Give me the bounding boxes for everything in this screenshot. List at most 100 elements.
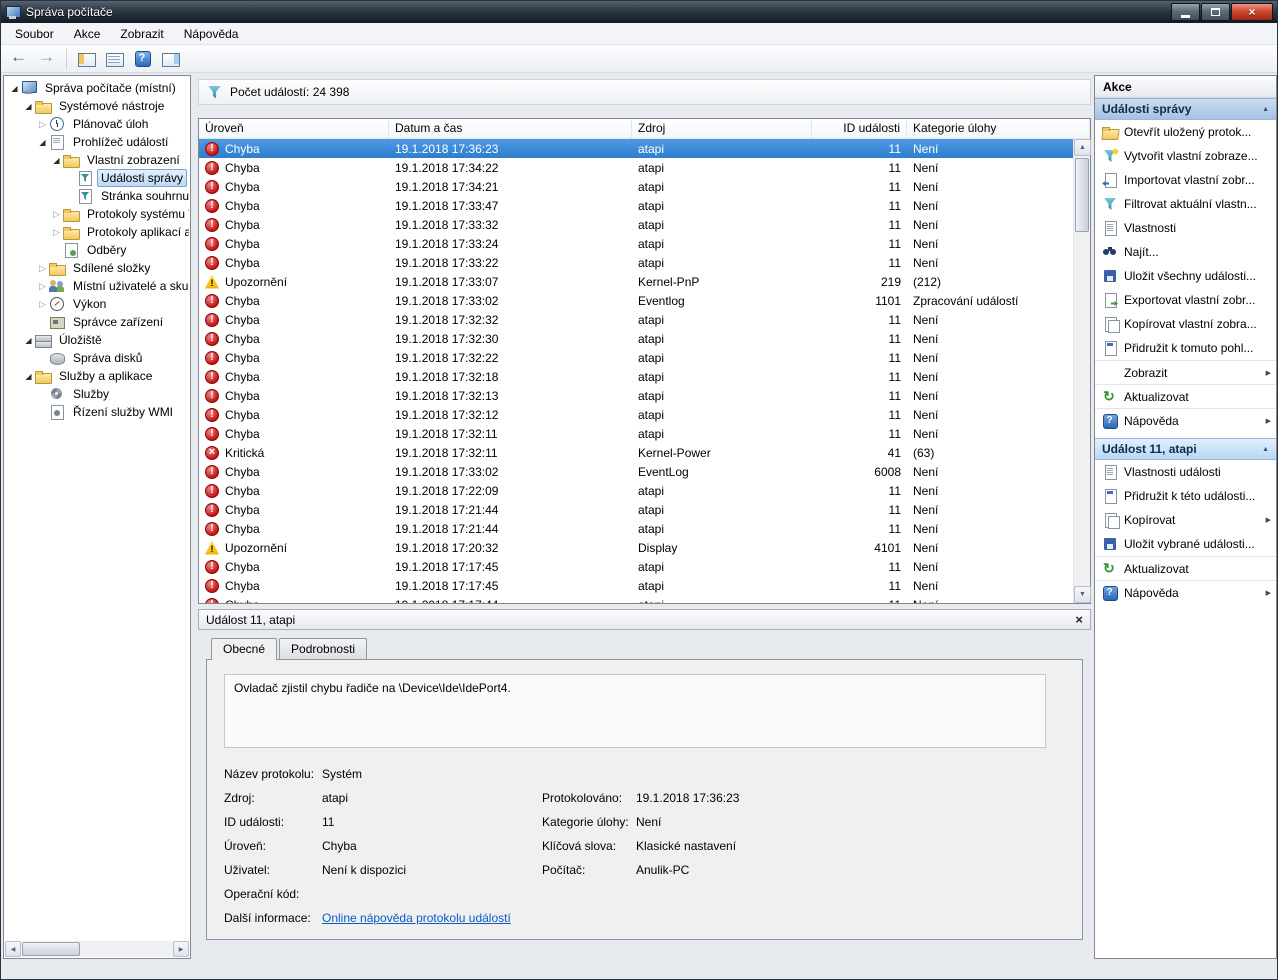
action-group-header[interactable]: Události správy▲: [1095, 98, 1276, 120]
scrollbar-thumb[interactable]: [22, 942, 80, 956]
tree-item[interactable]: ◢Správa počítače (místní): [5, 79, 189, 97]
column-header[interactable]: Zdroj: [632, 119, 812, 138]
event-row[interactable]: Chyba19.1.2018 17:32:13atapi11Není: [199, 386, 1073, 405]
column-header[interactable]: Úroveň: [199, 119, 389, 138]
expand-icon[interactable]: ▷: [36, 263, 49, 274]
event-row[interactable]: Chyba19.1.2018 17:33:22atapi11Není: [199, 253, 1073, 272]
action-item[interactable]: Přidružit k tomuto pohl...: [1095, 336, 1276, 360]
event-row[interactable]: Chyba19.1.2018 17:21:44atapi11Není: [199, 519, 1073, 538]
scroll-down-button[interactable]: ▼: [1074, 586, 1091, 603]
column-header[interactable]: Kategorie úlohy: [907, 119, 1090, 138]
tree-horizontal-scrollbar[interactable]: ◀ ▶: [5, 941, 189, 957]
tree-item[interactable]: Správa disků: [5, 349, 189, 367]
event-row[interactable]: Upozornění19.1.2018 17:33:07Kernel-PnP21…: [199, 272, 1073, 291]
action-item[interactable]: Filtrovat aktuální vlastn...: [1095, 192, 1276, 216]
close-button[interactable]: ×: [1231, 3, 1273, 21]
export-list-button[interactable]: [102, 47, 128, 71]
column-header[interactable]: Datum a čas: [389, 119, 632, 138]
action-item[interactable]: Otevřít uložený protok...: [1095, 120, 1276, 144]
event-row[interactable]: Chyba19.1.2018 17:34:21atapi11Není: [199, 177, 1073, 196]
event-help-link[interactable]: Online nápověda protokolu událostí: [322, 911, 511, 925]
action-item[interactable]: Zobrazit▶: [1095, 360, 1276, 384]
preview-tab[interactable]: Podrobnosti: [279, 638, 367, 659]
help-button[interactable]: [130, 47, 156, 71]
collapse-icon[interactable]: ◢: [22, 102, 35, 111]
maximize-button[interactable]: [1201, 3, 1230, 21]
expand-icon[interactable]: ▷: [36, 299, 49, 310]
tree-item[interactable]: ◢Systémové nástroje: [5, 97, 189, 115]
menu-item[interactable]: Zobrazit: [110, 24, 173, 44]
tree-item[interactable]: ▷Protokoly aplikací a: [5, 223, 189, 241]
tree-item[interactable]: ▷Plánovač úloh: [5, 115, 189, 133]
tree-item[interactable]: Stránka souhrnu: [5, 187, 189, 205]
action-item[interactable]: Kopírovat vlastní zobra...: [1095, 312, 1276, 336]
menu-item[interactable]: Soubor: [5, 24, 64, 44]
tree-item[interactable]: ◢Prohlížeč událostí: [5, 133, 189, 151]
action-item[interactable]: Vlastnosti: [1095, 216, 1276, 240]
action-item[interactable]: Aktualizovat: [1095, 556, 1276, 580]
event-row[interactable]: Chyba19.1.2018 17:17:45atapi11Není: [199, 557, 1073, 576]
event-row[interactable]: Chyba19.1.2018 17:32:12atapi11Není: [199, 405, 1073, 424]
title-bar[interactable]: Správa počítače ×: [1, 1, 1277, 23]
show-hide-action-pane-button[interactable]: [158, 47, 184, 71]
tree-item[interactable]: Události správy: [5, 169, 189, 187]
minimize-button[interactable]: [1171, 3, 1200, 21]
expand-icon[interactable]: ▷: [50, 209, 63, 220]
action-group-header[interactable]: Událost 11, atapi▲: [1095, 438, 1276, 460]
event-row[interactable]: Chyba19.1.2018 17:21:44atapi11Není: [199, 500, 1073, 519]
action-item[interactable]: Importovat vlastní zobr...: [1095, 168, 1276, 192]
event-row[interactable]: Chyba19.1.2018 17:32:30atapi11Není: [199, 329, 1073, 348]
tree-item[interactable]: ▷Místní uživatelé a skupi: [5, 277, 189, 295]
event-row[interactable]: Chyba19.1.2018 17:17:45atapi11Není: [199, 576, 1073, 595]
events-vertical-scrollbar[interactable]: ▲ ▼: [1073, 139, 1090, 603]
action-item[interactable]: Vlastnosti události: [1095, 460, 1276, 484]
collapse-icon[interactable]: ◢: [50, 156, 63, 165]
action-item[interactable]: Nápověda▶: [1095, 408, 1276, 432]
preview-close-icon[interactable]: ×: [1075, 613, 1083, 627]
event-row[interactable]: Chyba19.1.2018 17:32:11atapi11Není: [199, 424, 1073, 443]
tree-item[interactable]: Řízení služby WMI: [5, 403, 189, 421]
menu-item[interactable]: Akce: [64, 24, 111, 44]
event-row[interactable]: Chyba19.1.2018 17:33:47atapi11Není: [199, 196, 1073, 215]
collapse-icon[interactable]: ◢: [22, 336, 35, 345]
tree-item[interactable]: ▷Protokoly systému W: [5, 205, 189, 223]
scroll-up-button[interactable]: ▲: [1074, 139, 1091, 156]
scrollbar-thumb[interactable]: [1075, 158, 1089, 232]
tree-item[interactable]: ◢Služby a aplikace: [5, 367, 189, 385]
collapse-icon[interactable]: ◢: [8, 84, 21, 93]
action-item[interactable]: Vytvořit vlastní zobraze...: [1095, 144, 1276, 168]
expand-icon[interactable]: ▷: [36, 281, 49, 292]
action-item[interactable]: Aktualizovat: [1095, 384, 1276, 408]
expand-icon[interactable]: ▷: [50, 227, 63, 238]
column-header[interactable]: ID události: [812, 119, 907, 138]
event-row[interactable]: Chyba19.1.2018 17:33:02EventLog6008Není: [199, 462, 1073, 481]
scroll-right-button[interactable]: ▶: [173, 941, 189, 957]
tree-item[interactable]: ▷Výkon: [5, 295, 189, 313]
preview-tab[interactable]: Obecné: [211, 638, 277, 660]
collapse-icon[interactable]: ◢: [22, 372, 35, 381]
event-row[interactable]: Chyba19.1.2018 17:17:44atapi11Není: [199, 595, 1073, 603]
action-item[interactable]: Kopírovat▶: [1095, 508, 1276, 532]
forward-button[interactable]: [33, 47, 59, 71]
collapse-icon[interactable]: ◢: [36, 138, 49, 147]
event-row[interactable]: Chyba19.1.2018 17:34:22atapi11Není: [199, 158, 1073, 177]
tree-item[interactable]: ▷Sdílené složky: [5, 259, 189, 277]
event-row[interactable]: Chyba19.1.2018 17:32:22atapi11Není: [199, 348, 1073, 367]
event-row[interactable]: Upozornění19.1.2018 17:20:32Display4101N…: [199, 538, 1073, 557]
event-row[interactable]: Chyba19.1.2018 17:33:32atapi11Není: [199, 215, 1073, 234]
tree-item[interactable]: ◢Vlastní zobrazení: [5, 151, 189, 169]
tree-item[interactable]: ◢Úložiště: [5, 331, 189, 349]
event-row[interactable]: Chyba19.1.2018 17:32:18atapi11Není: [199, 367, 1073, 386]
action-item[interactable]: Přidružit k této události...: [1095, 484, 1276, 508]
scroll-left-button[interactable]: ◀: [5, 941, 21, 957]
event-row[interactable]: Chyba19.1.2018 17:22:09atapi11Není: [199, 481, 1073, 500]
event-row[interactable]: Chyba19.1.2018 17:33:02Eventlog1101Zprac…: [199, 291, 1073, 310]
event-row[interactable]: Chyba19.1.2018 17:33:24atapi11Není: [199, 234, 1073, 253]
action-item[interactable]: Exportovat vlastní zobr...: [1095, 288, 1276, 312]
action-item[interactable]: Najít...: [1095, 240, 1276, 264]
event-row[interactable]: Kritická19.1.2018 17:32:11Kernel-Power41…: [199, 443, 1073, 462]
event-row[interactable]: Chyba19.1.2018 17:32:32atapi11Není: [199, 310, 1073, 329]
show-hide-console-tree-button[interactable]: [74, 47, 100, 71]
back-button[interactable]: [5, 47, 31, 71]
tree-item[interactable]: Odběry: [5, 241, 189, 259]
